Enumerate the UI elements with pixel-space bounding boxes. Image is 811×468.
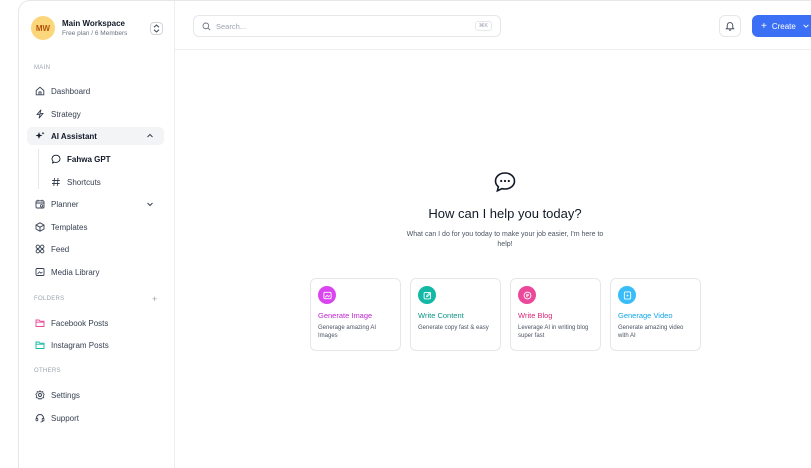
sidebar-item-settings[interactable]: Settings [27, 386, 164, 404]
sidebar-item-fahwa-gpt[interactable]: Fahwa GPT [43, 150, 164, 168]
search-placeholder: Search... [216, 21, 247, 31]
chevron-updown-icon[interactable] [150, 21, 163, 35]
card-write-blog[interactable]: Write Blog Leverage AI in writing blog s… [510, 278, 601, 351]
workspace-switcher[interactable]: MW Main Workspace Free plan / 6 Members [31, 13, 163, 43]
sidebar-item-planner[interactable]: Planner [27, 195, 164, 213]
card-generate-image[interactable]: Generate Image Generage amazing AI Image… [310, 278, 401, 351]
sidebar-folder-facebook-posts[interactable]: Facebook Posts [27, 314, 164, 332]
card-title: Generate Image [318, 311, 373, 320]
search-input[interactable]: Search... ⌘K [193, 15, 501, 37]
sidebar-item-label: Feed [51, 244, 70, 254]
sidebar-item-label: Shortcuts [67, 177, 101, 187]
search-shortcut-badge: ⌘K [474, 21, 492, 31]
video-icon [618, 286, 636, 304]
sidebar-folder-label: Instagram Posts [51, 340, 109, 350]
section-folders-label: FOLDERS [34, 296, 65, 302]
sidebar-item-media-library[interactable]: Media Library [27, 263, 164, 281]
sidebar-folder-instagram-posts[interactable]: Instagram Posts [27, 336, 164, 354]
create-button[interactable]: + Create [752, 15, 811, 37]
chevron-down-icon [803, 24, 809, 28]
card-title: Write Content [418, 311, 464, 320]
card-write-content[interactable]: Write Content Generate copy fast & easy [410, 278, 501, 351]
sidebar-item-label: AI Assistant [51, 131, 97, 141]
hash-icon [51, 177, 61, 187]
workspace-plan: Free plan / 6 Members [62, 29, 128, 37]
sidebar-item-label: Dashboard [51, 86, 91, 96]
section-others-label: OTHERS [34, 368, 61, 374]
sidebar-item-label: Media Library [51, 267, 100, 277]
sidebar-item-templates[interactable]: Templates [27, 218, 164, 236]
folder-icon [35, 340, 45, 350]
submenu-guide-line [38, 149, 39, 189]
notifications-button[interactable] [719, 15, 741, 37]
topbar: Search... ⌘K + Create [175, 1, 811, 50]
sidebar-item-feed[interactable]: Feed [27, 240, 164, 258]
card-title: Write Blog [518, 311, 553, 320]
page-title: How can I help you today? [428, 206, 582, 221]
card-description: Generate amazing video with AI [618, 325, 684, 339]
card-description: Leverage AI in writing blog super fast [518, 325, 589, 339]
sidebar-item-support[interactable]: Support [27, 409, 164, 427]
section-main-label: MAIN [34, 65, 51, 71]
card-description: Generage amazing AI Images [318, 325, 377, 339]
cube-icon [35, 222, 45, 232]
sidebar-item-label: Planner [51, 199, 79, 209]
chat-bubble-icon [494, 172, 516, 193]
add-folder-button[interactable]: + [152, 294, 157, 304]
image-icon [35, 267, 45, 277]
card-title: Generage Video [618, 311, 673, 320]
sidebar-item-label: Support [51, 413, 80, 423]
sidebar-item-label: Templates [51, 222, 88, 232]
folder-icon [35, 318, 45, 328]
search-icon [202, 22, 211, 30]
sidebar-folder-label: Facebook Posts [51, 318, 109, 328]
edit-icon [418, 286, 436, 304]
workspace-name: Main Workspace [62, 18, 125, 28]
sidebar-item-dashboard[interactable]: Dashboard [27, 82, 164, 100]
sparkle-icon [35, 131, 45, 141]
bell-icon [725, 22, 735, 31]
page-subtitle: What can I do for you today to make your… [406, 231, 604, 248]
sidebar-item-shortcuts[interactable]: Shortcuts [43, 173, 164, 191]
gear-icon [35, 390, 45, 400]
sidebar-item-label: Fahwa GPT [67, 154, 111, 164]
sidebar-item-label: Strategy [51, 109, 81, 119]
headset-icon [35, 413, 45, 423]
chevron-down-icon[interactable] [145, 199, 155, 209]
image-icon [318, 286, 336, 304]
sidebar-item-label: Settings [51, 390, 80, 400]
card-description: Generate copy fast & easy [418, 325, 489, 331]
sidebar-item-ai-assistant[interactable]: AI Assistant [27, 127, 164, 145]
calendar-icon [35, 199, 45, 209]
home-icon [35, 86, 45, 96]
chevron-up-icon[interactable] [145, 131, 155, 141]
bolt-icon [35, 109, 45, 119]
chat-icon [51, 154, 61, 164]
sidebar-item-strategy[interactable]: Strategy [27, 105, 164, 123]
workspace-avatar: MW [31, 16, 55, 40]
sidebar: MW Main Workspace Free plan / 6 Members … [19, 1, 175, 468]
grid-icon [35, 244, 45, 254]
plus-icon: + [761, 20, 767, 32]
blog-icon [518, 286, 536, 304]
card-generate-video[interactable]: Generage Video Generate amazing video wi… [610, 278, 701, 351]
create-button-label: Create [771, 21, 796, 31]
